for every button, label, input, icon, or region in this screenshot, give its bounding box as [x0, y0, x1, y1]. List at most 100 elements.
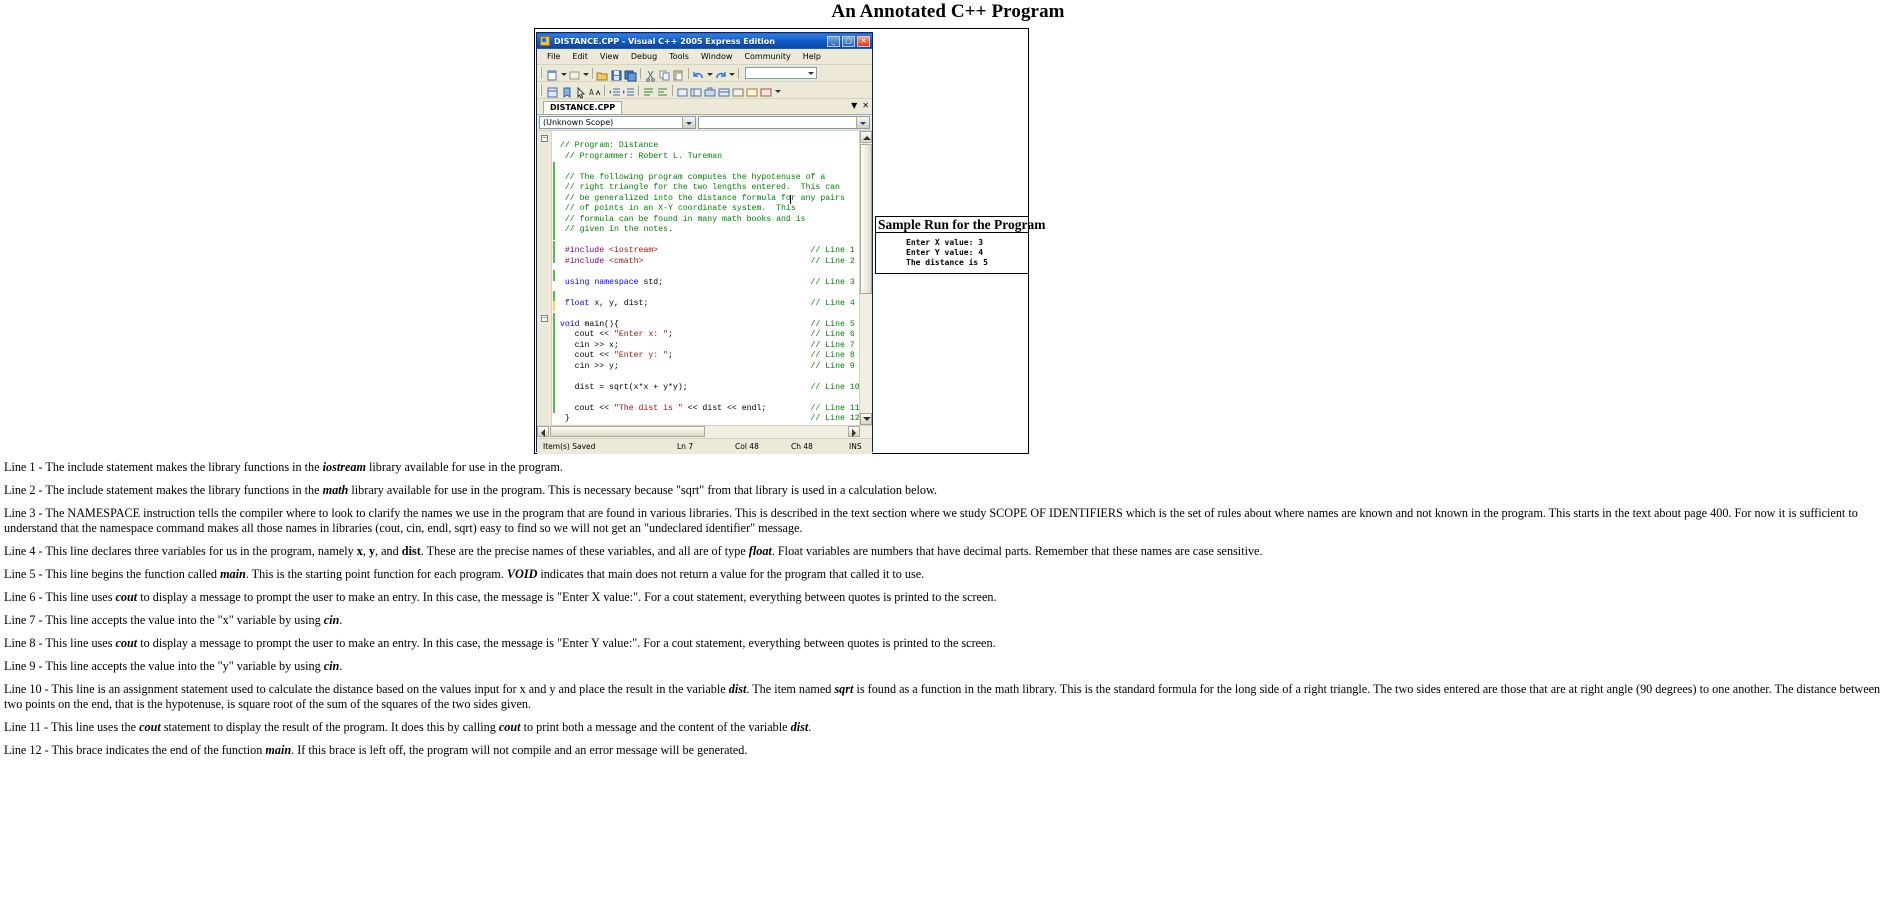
sample-run-line: Enter X value: 3: [906, 238, 984, 247]
explanation-line: Line 6 - This line uses cout to display …: [4, 589, 997, 604]
output-window-icon[interactable]: [732, 84, 745, 97]
standard-toolbar: [537, 65, 872, 82]
explanation-line: Line 10 - This line is an assignment sta…: [4, 682, 1881, 711]
toolbar-overflow-icon[interactable]: [774, 84, 781, 97]
horizontal-scroll-thumb[interactable]: [550, 426, 705, 437]
editor-horizontal-scrollbar[interactable]: [537, 425, 872, 438]
explanation-line: Line 12 - This brace indicates the end o…: [4, 743, 748, 758]
editor-vertical-scrollbar[interactable]: [859, 131, 872, 425]
redo-dropdown-icon[interactable]: [728, 67, 735, 80]
toolbar-grip[interactable]: [540, 84, 543, 96]
scroll-right-icon[interactable]: [848, 426, 860, 437]
menu-bar: File Edit View Debug Tools Window Commun…: [537, 49, 872, 65]
menu-item-debug[interactable]: Debug: [625, 52, 663, 61]
new-project-icon[interactable]: [546, 67, 559, 80]
toolbar-separator: [688, 67, 689, 79]
maximize-button[interactable]: □: [842, 35, 855, 47]
status-ch: Ch 48: [791, 442, 813, 451]
explanation-list: Line 1 - The include statement makes the…: [4, 460, 1892, 766]
undo-icon[interactable]: [692, 67, 705, 80]
outline-collapse-icon-header[interactable]: −: [541, 135, 548, 142]
visual-cpp-window: DISTANCE.CPP - Visual C++ 2005 Express E…: [536, 32, 873, 454]
chevron-down-icon[interactable]: [856, 117, 869, 128]
menu-item-edit[interactable]: Edit: [566, 52, 594, 61]
class-view-icon[interactable]: [718, 84, 731, 97]
status-insert-mode: INS: [849, 442, 862, 451]
solution-explorer-icon[interactable]: [676, 84, 689, 97]
add-item-icon[interactable]: [568, 67, 581, 80]
explanation-line: Line 3 - The NAMESPACE instruction tells…: [4, 506, 1858, 535]
display-properties-icon[interactable]: [546, 84, 559, 97]
annotated-program-figure: DISTANCE.CPP - Visual C++ 2005 Express E…: [534, 28, 1046, 456]
menu-item-file[interactable]: File: [541, 52, 566, 61]
minimize-button[interactable]: _: [827, 35, 840, 47]
scroll-down-icon[interactable]: [860, 413, 872, 425]
sample-run-output: Enter X value: 3 Enter Y value: 4 The di…: [875, 232, 1029, 274]
toolbar-grip[interactable]: [540, 67, 543, 79]
toggle-bookmark-icon[interactable]: [560, 84, 573, 98]
toolbox-icon[interactable]: [704, 84, 717, 97]
open-file-icon[interactable]: [596, 67, 609, 80]
svg-text:A: A: [589, 88, 594, 97]
menu-item-help[interactable]: Help: [797, 52, 827, 61]
uncomment-block-icon[interactable]: [656, 84, 669, 97]
pointer-icon[interactable]: [574, 84, 587, 99]
sample-run-title: Sample Run for the Program: [875, 216, 1046, 232]
application-icon: [540, 36, 550, 46]
decrease-indent-icon[interactable]: [608, 84, 621, 97]
status-line: Ln 7: [677, 442, 694, 451]
cut-icon[interactable]: [644, 67, 657, 82]
properties-window-icon[interactable]: [690, 84, 703, 97]
solution-configuration-combo[interactable]: [745, 67, 817, 79]
menu-item-window[interactable]: Window: [695, 52, 739, 61]
explanation-line: Line 11 - This line uses the cout statem…: [4, 719, 812, 734]
add-item-dropdown-icon[interactable]: [582, 67, 589, 80]
new-project-dropdown-icon[interactable]: [560, 67, 567, 80]
save-icon[interactable]: [610, 67, 623, 80]
document-tab-distance-cpp[interactable]: DISTANCE.CPP: [543, 101, 623, 114]
explanation-line: Line 4 - This line declares three variab…: [4, 543, 1263, 558]
scope-combo[interactable]: (Unknown Scope): [539, 116, 696, 129]
window-titlebar: DISTANCE.CPP - Visual C++ 2005 Express E…: [537, 33, 872, 49]
member-combo[interactable]: [698, 116, 870, 129]
toolbar-separator: [604, 84, 605, 96]
toolbar-separator: [592, 67, 593, 79]
indicator-margin: [537, 131, 552, 425]
menu-item-community[interactable]: Community: [738, 52, 796, 61]
code-editor[interactable]: − − // Program: Distance // Programmer: …: [537, 131, 872, 425]
chevron-down-icon[interactable]: [682, 117, 695, 128]
tab-dropdown-icon[interactable]: ▼: [851, 101, 857, 110]
scroll-left-icon[interactable]: [537, 426, 549, 437]
close-button[interactable]: ✕: [857, 35, 870, 47]
sample-run-line: Enter Y value: 4: [906, 248, 984, 257]
toolbar-separator: [738, 67, 739, 79]
menu-item-tools[interactable]: Tools: [663, 52, 695, 61]
explanation-line: Line 1 - The include statement makes the…: [4, 460, 563, 474]
toolbar-separator: [638, 84, 639, 96]
explanation-line: Line 9 - This line accepts the value int…: [4, 659, 343, 674]
tab-close-icon[interactable]: ✕: [862, 101, 869, 110]
sample-run-line: The distance is 5: [906, 258, 988, 267]
save-all-icon[interactable]: [624, 67, 637, 81]
comment-block-icon[interactable]: [642, 84, 655, 97]
caption-button-group: _ □ ✕: [827, 35, 870, 47]
explanation-line: Line 5 - This line begins the function c…: [4, 566, 925, 581]
scroll-up-icon[interactable]: [860, 131, 872, 143]
sample-run-panel: Sample Run for the Program Enter X value…: [875, 216, 1046, 274]
menu-item-view[interactable]: View: [594, 52, 625, 61]
status-saved: Item(s) Saved: [543, 442, 596, 451]
vertical-scroll-thumb[interactable]: [860, 144, 872, 294]
increase-indent-icon[interactable]: [622, 84, 635, 97]
outline-collapse-icon-main[interactable]: −: [541, 315, 548, 322]
task-list-icon[interactable]: [746, 84, 759, 97]
undo-dropdown-icon[interactable]: [706, 67, 713, 80]
comment-selection-icon[interactable]: A: [588, 84, 601, 97]
copy-icon[interactable]: [658, 67, 671, 80]
paste-icon[interactable]: [672, 67, 685, 80]
status-bar: Item(s) Saved Ln 7 Col 48 Ch 48 INS: [537, 438, 872, 454]
error-list-icon[interactable]: [760, 84, 773, 97]
toolbar-separator: [672, 84, 673, 96]
page-title: An Annotated C++ Program: [831, 1, 1065, 22]
redo-icon[interactable]: [714, 67, 727, 80]
code-content[interactable]: // Program: Distance // Programmer: Robe…: [555, 141, 860, 425]
